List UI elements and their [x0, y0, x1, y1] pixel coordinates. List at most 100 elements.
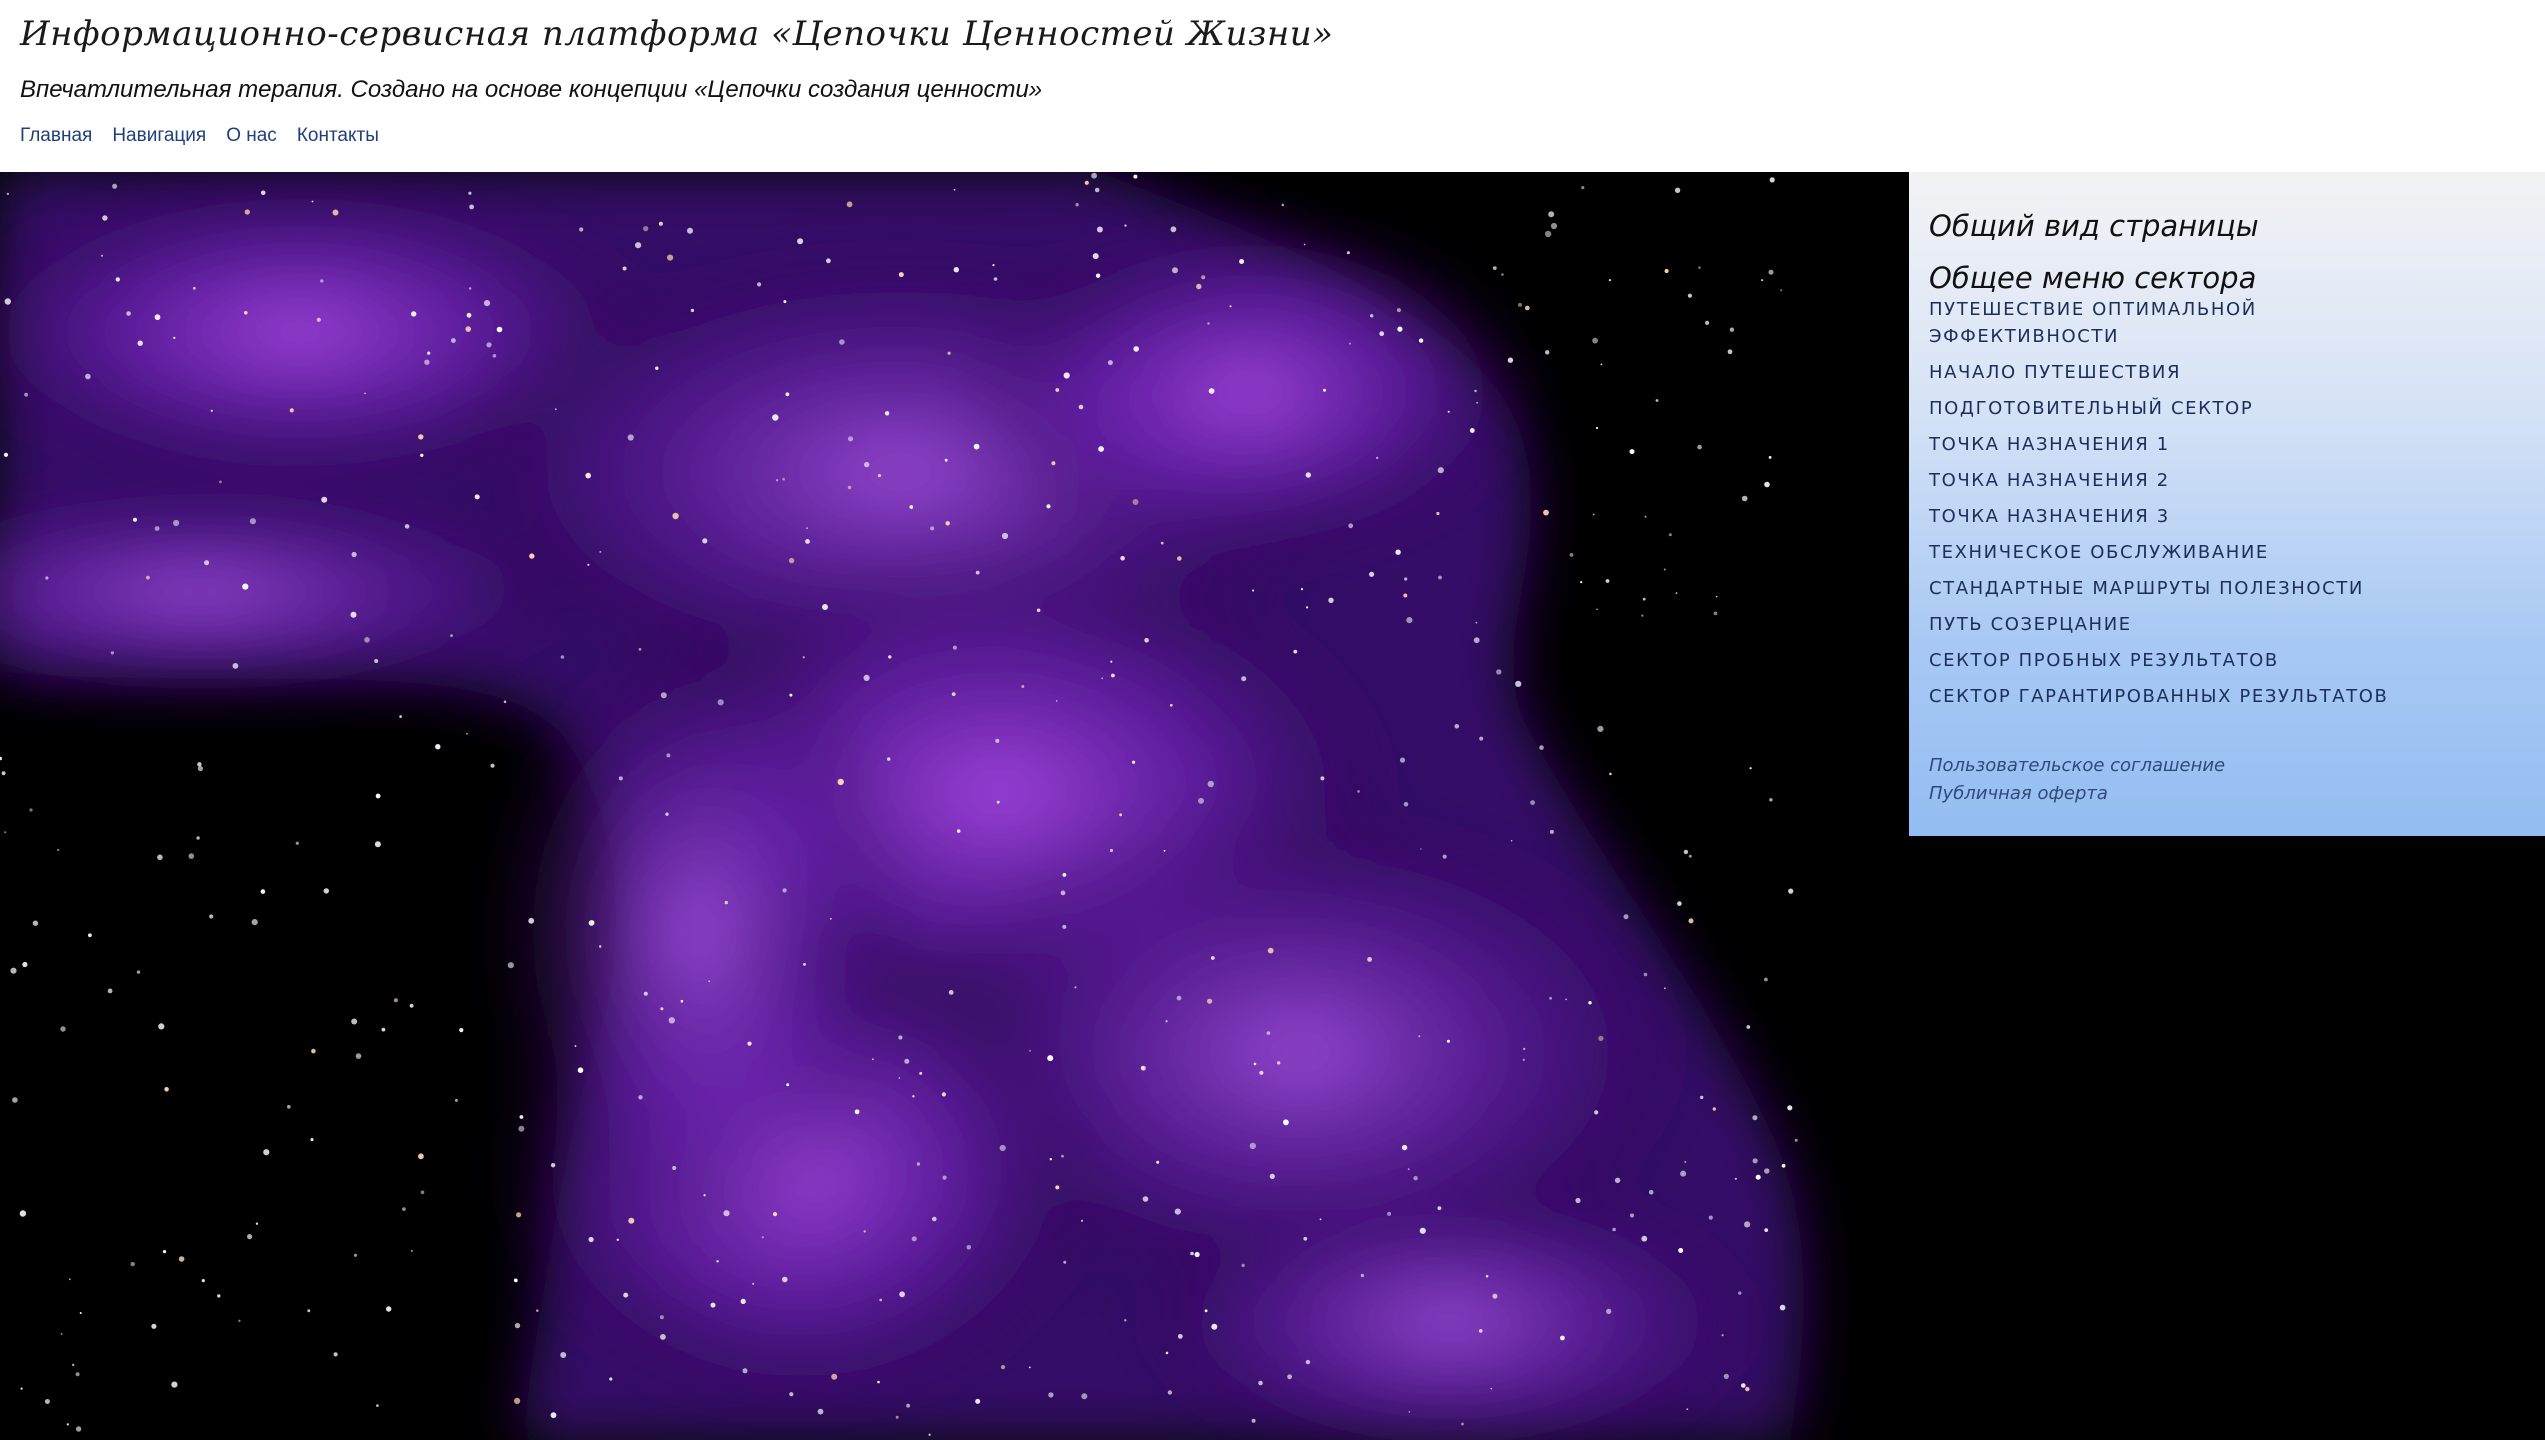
nav-link-about[interactable]: О нас	[226, 125, 277, 147]
star	[1641, 614, 1644, 617]
star	[130, 1261, 135, 1267]
star	[503, 700, 507, 704]
star	[4, 831, 7, 834]
star	[435, 744, 441, 750]
star	[519, 1115, 524, 1119]
menu-item-maintenance[interactable]: Техническое обслуживание	[1929, 539, 2369, 566]
star	[930, 526, 935, 531]
sector-menu: Путешествие оптимальной эффективности На…	[1929, 296, 2525, 710]
star	[588, 920, 595, 926]
star	[872, 1058, 874, 1060]
nav-link-home[interactable]: Главная	[20, 125, 92, 147]
star	[772, 1212, 778, 1217]
star	[912, 1095, 915, 1098]
star	[351, 551, 357, 558]
star	[450, 634, 453, 637]
star	[1407, 1168, 1410, 1170]
star	[45, 576, 49, 580]
star	[1305, 1359, 1311, 1365]
user-agreement-link[interactable]: Пользовательское соглашение	[1929, 752, 2525, 780]
star	[1055, 700, 1058, 702]
star	[1406, 617, 1413, 624]
star	[1612, 1227, 1616, 1232]
star	[154, 314, 161, 321]
star	[668, 1017, 675, 1024]
star	[374, 659, 379, 663]
star	[622, 266, 627, 271]
star	[1258, 1380, 1263, 1386]
page-view-heading[interactable]: Общий вид страницы	[1929, 208, 2525, 244]
star	[364, 392, 366, 395]
star	[68, 1278, 71, 1281]
star	[588, 1236, 594, 1243]
star	[847, 436, 854, 442]
star	[863, 1230, 866, 1233]
star	[660, 692, 667, 699]
star	[1283, 1119, 1289, 1126]
star	[953, 267, 959, 273]
star	[635, 242, 642, 249]
menu-item-guaranteed-results[interactable]: Сектор гарантированных результатов	[1929, 683, 2525, 710]
star	[1133, 174, 1138, 179]
star	[427, 351, 431, 355]
star	[1207, 998, 1213, 1004]
star	[782, 1276, 788, 1283]
star	[1479, 736, 1484, 741]
star	[911, 1236, 917, 1242]
menu-item-standard-routes[interactable]: Стандартные маршруты полезности	[1929, 575, 2525, 602]
star	[884, 411, 890, 416]
star	[490, 763, 495, 768]
star	[999, 1144, 1006, 1152]
star	[1346, 251, 1350, 255]
menu-item-destination-3[interactable]: Точка назначения 3	[1929, 503, 2369, 530]
star	[638, 647, 642, 651]
menu-item-contemplation-path[interactable]: Путь созерцание	[1929, 611, 2369, 638]
star	[263, 1149, 270, 1156]
star	[197, 762, 202, 767]
nav-link-contacts[interactable]: Контакты	[297, 125, 379, 147]
menu-item-destination-1[interactable]: Точка назначения 1	[1929, 431, 2369, 458]
star	[1496, 669, 1502, 675]
star	[947, 351, 951, 355]
star	[66, 1423, 69, 1426]
star	[643, 991, 648, 996]
menu-item-destination-2[interactable]: Точка назначения 2	[1929, 467, 2369, 494]
star	[1745, 1386, 1750, 1392]
public-offer-link[interactable]: Публичная оферта	[1929, 780, 2525, 808]
star	[618, 776, 623, 781]
star	[703, 1194, 706, 1197]
star	[1715, 595, 1718, 598]
star	[1408, 1411, 1411, 1413]
star	[1641, 1235, 1648, 1242]
star	[409, 1003, 414, 1008]
menu-item-trial-results[interactable]: Сектор пробных результатов	[1929, 647, 2525, 674]
star	[1413, 1176, 1418, 1181]
menu-item-journey-start[interactable]: Начало путешествия	[1929, 359, 2369, 386]
star	[560, 655, 565, 659]
menu-item-optimal-journey[interactable]: Путешествие оптимальной эффективности	[1929, 296, 2369, 350]
star	[550, 1163, 556, 1168]
star	[1780, 289, 1783, 292]
star	[404, 524, 410, 529]
star	[1664, 987, 1666, 990]
nav-link-navigation[interactable]: Навигация	[112, 125, 206, 147]
star	[1376, 456, 1379, 460]
star	[57, 848, 60, 852]
star	[320, 279, 324, 283]
star	[1133, 346, 1139, 352]
star	[1492, 266, 1497, 270]
star	[1683, 849, 1689, 855]
star	[783, 300, 787, 304]
star	[1597, 725, 1604, 733]
star	[609, 1377, 613, 1381]
star	[1592, 337, 1598, 344]
star	[1764, 481, 1770, 488]
star	[797, 238, 804, 245]
star	[197, 765, 203, 772]
star	[1764, 977, 1768, 982]
star	[217, 1294, 221, 1298]
star	[1623, 914, 1629, 920]
star	[1156, 1160, 1160, 1164]
star	[1746, 1025, 1751, 1029]
menu-item-preparatory-sector[interactable]: Подготовительный сектор	[1929, 395, 2369, 422]
